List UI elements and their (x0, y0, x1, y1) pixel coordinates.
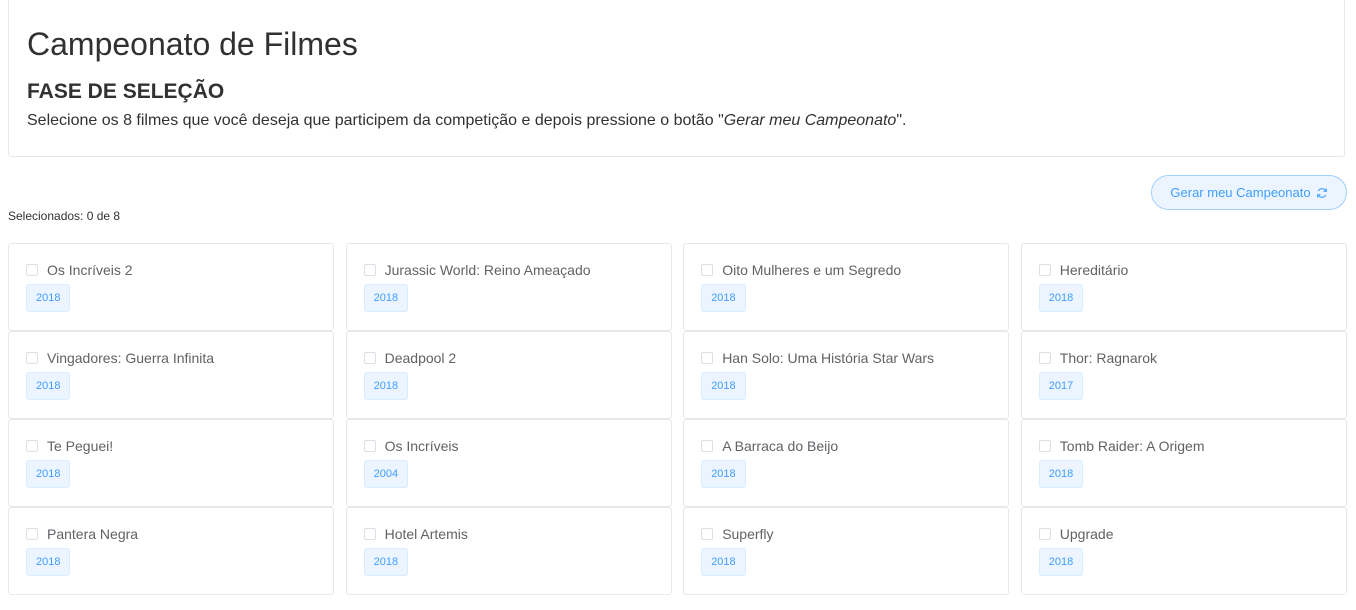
film-select-option[interactable]: Upgrade (1038, 526, 1114, 542)
film-select-option[interactable]: Hereditário (1038, 262, 1129, 278)
film-checkbox[interactable] (363, 264, 376, 276)
page-title: Campeonato de Filmes (27, 26, 358, 62)
film-title: Thor: Ragnarok (1059, 350, 1158, 366)
film-checkbox[interactable] (1038, 440, 1051, 452)
instructions-suffix: ". (896, 112, 907, 129)
film-checkbox[interactable] (701, 264, 714, 276)
film-title: Oito Mulheres e um Segredo (722, 262, 902, 278)
film-select-option[interactable]: Tomb Raider: A Origem (1038, 438, 1205, 454)
film-select-option[interactable]: Os Incríveis (363, 438, 459, 454)
film-select-option[interactable]: Thor: Ragnarok (1038, 350, 1158, 366)
generate-championship-button[interactable]: Gerar meu Campeonato (1151, 175, 1347, 210)
film-checkbox[interactable] (1038, 264, 1051, 276)
film-title: Os Incríveis 2 (47, 262, 133, 278)
film-title: Hotel Artemis (384, 526, 468, 542)
film-select-option[interactable]: Jurassic World: Reino Ameaçado (363, 262, 591, 278)
phase-title: FASE DE SELEÇÃO (27, 80, 225, 103)
film-year-tag: 2018 (26, 284, 71, 312)
film-year-tag: 2018 (1038, 548, 1084, 576)
selected-count: Selecionados: 0 de 8 (8, 209, 121, 223)
film-select-option[interactable]: Superfly (701, 526, 774, 542)
film-title: Te Peguei! (47, 438, 114, 454)
instructions-emphasis: Gerar meu Campeonato (723, 112, 897, 129)
instructions-text: Selecione os 8 filmes que você deseja qu… (27, 112, 906, 130)
generate-button-label: Gerar meu Campeonato (1170, 185, 1311, 200)
film-card: Han Solo: Uma História Star Wars 2018 (683, 331, 1010, 419)
film-checkbox[interactable] (701, 352, 714, 364)
refresh-icon (1316, 187, 1327, 198)
film-title: Han Solo: Uma História Star Wars (722, 350, 935, 366)
film-year-tag: 2018 (26, 548, 71, 576)
film-checkbox[interactable] (1038, 528, 1051, 540)
film-card: Os Incríveis 2 2018 (8, 243, 334, 331)
film-select-option[interactable]: Deadpool 2 (363, 350, 457, 366)
film-select-option[interactable]: Os Incríveis 2 (26, 262, 133, 278)
film-card: Deadpool 2 2018 (345, 331, 672, 419)
film-title: Pantera Negra (47, 526, 139, 542)
film-card: Superfly 2018 (683, 507, 1010, 595)
film-checkbox[interactable] (1038, 352, 1051, 364)
film-card: Hereditário 2018 (1020, 243, 1347, 331)
film-select-option[interactable]: Pantera Negra (26, 526, 138, 542)
film-select-option[interactable]: Vingadores: Guerra Infinita (26, 350, 214, 366)
film-checkbox[interactable] (363, 352, 376, 364)
film-year-tag: 2004 (363, 460, 409, 488)
film-year-tag: 2018 (26, 372, 71, 400)
film-card: Te Peguei! 2018 (8, 419, 334, 507)
film-title: Vingadores: Guerra Infinita (47, 350, 215, 366)
film-checkbox[interactable] (26, 264, 38, 276)
film-checkbox[interactable] (26, 440, 38, 452)
film-year-tag: 2018 (363, 284, 409, 312)
film-select-option[interactable]: Oito Mulheres e um Segredo (701, 262, 901, 278)
film-card: Upgrade 2018 (1020, 507, 1347, 595)
film-title: A Barraca do Beijo (722, 438, 839, 454)
film-title: Os Incríveis (384, 438, 459, 454)
film-title: Hereditário (1059, 262, 1129, 278)
film-title: Superfly (722, 526, 774, 542)
film-checkbox[interactable] (701, 440, 714, 452)
film-card: A Barraca do Beijo 2018 (683, 419, 1010, 507)
instructions-prefix: Selecione os 8 filmes que você deseja qu… (27, 112, 724, 129)
film-year-tag: 2018 (26, 460, 71, 488)
film-card: Os Incríveis 2004 (345, 419, 672, 507)
film-select-option[interactable]: Han Solo: Uma História Star Wars (701, 350, 934, 366)
film-card: Hotel Artemis 2018 (345, 507, 672, 595)
film-year-tag: 2018 (363, 372, 409, 400)
film-card: Oito Mulheres e um Segredo 2018 (683, 243, 1010, 331)
film-year-tag: 2018 (1038, 284, 1084, 312)
film-checkbox[interactable] (26, 352, 38, 364)
film-year-tag: 2018 (363, 548, 409, 576)
film-card: Tomb Raider: A Origem 2018 (1020, 419, 1347, 507)
header-panel: Campeonato de Filmes FASE DE SELEÇÃO Sel… (8, 0, 1345, 157)
film-checkbox[interactable] (363, 528, 376, 540)
film-card: Jurassic World: Reino Ameaçado 2018 (345, 243, 672, 331)
film-checkbox[interactable] (26, 528, 38, 540)
film-title: Deadpool 2 (384, 350, 457, 366)
film-year-tag: 2018 (701, 548, 746, 576)
film-title: Tomb Raider: A Origem (1059, 438, 1205, 454)
film-year-tag: 2018 (701, 372, 746, 400)
film-select-option[interactable]: Hotel Artemis (363, 526, 468, 542)
film-year-tag: 2018 (701, 460, 746, 488)
film-checkbox[interactable] (363, 440, 376, 452)
film-title: Jurassic World: Reino Ameaçado (384, 262, 591, 278)
film-year-tag: 2017 (1038, 372, 1084, 400)
film-card: Thor: Ragnarok 2017 (1020, 331, 1347, 419)
film-year-tag: 2018 (701, 284, 746, 312)
film-card: Pantera Negra 2018 (8, 507, 334, 595)
film-title: Upgrade (1059, 526, 1114, 542)
film-select-option[interactable]: A Barraca do Beijo (701, 438, 838, 454)
film-grid: Os Incríveis 2 2018 Jurassic World: Reino … (8, 243, 1347, 595)
film-checkbox[interactable] (701, 528, 714, 540)
film-card: Vingadores: Guerra Infinita 2018 (8, 331, 334, 419)
film-year-tag: 2018 (1038, 460, 1084, 488)
film-select-option[interactable]: Te Peguei! (26, 438, 113, 454)
